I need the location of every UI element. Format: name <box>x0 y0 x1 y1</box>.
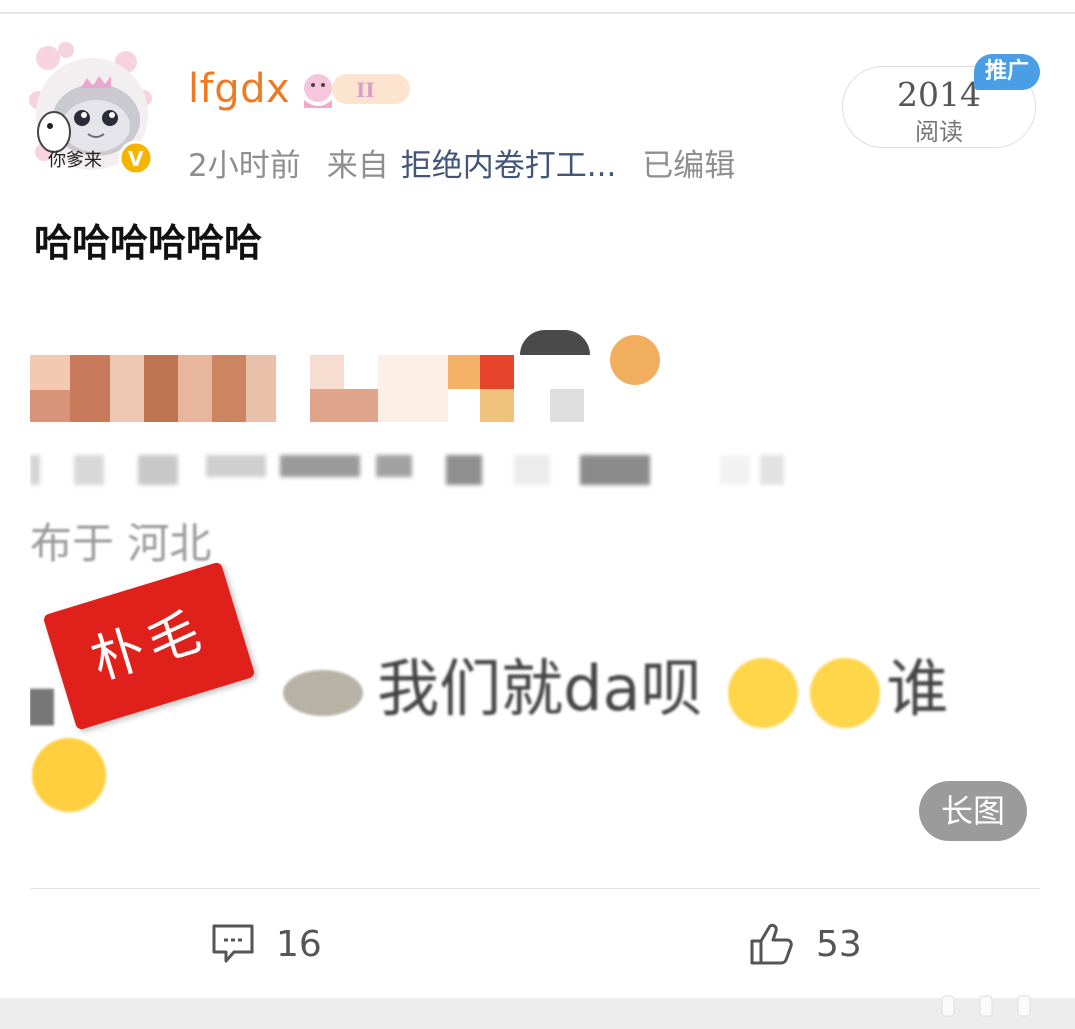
username[interactable]: lfgdx <box>188 66 290 112</box>
comment-button[interactable]: 16 <box>210 920 322 968</box>
pixel-block <box>550 389 584 422</box>
post-time: 2小时前 <box>188 148 301 184</box>
pixel-block <box>480 355 514 389</box>
emoji-glasses-icon <box>728 657 799 728</box>
pixel-block <box>30 390 70 422</box>
comment-count: 16 <box>276 923 322 965</box>
blurred-text-row <box>30 450 790 490</box>
svg-text:V: V <box>128 147 144 171</box>
emoji-smile-icon <box>32 738 106 812</box>
pixel-block <box>110 355 144 422</box>
post-text: 哈哈哈哈哈哈 <box>34 221 263 265</box>
pixel-block <box>30 355 70 390</box>
like-count: 53 <box>816 923 862 965</box>
pixel-block <box>212 355 246 422</box>
top-divider <box>0 12 1075 14</box>
edited-label[interactable]: 已编辑 <box>642 148 735 184</box>
pixel-block <box>610 335 660 385</box>
pixel-block <box>448 355 480 389</box>
pixel-block <box>178 355 212 422</box>
svg-text:II: II <box>356 78 375 102</box>
like-button[interactable]: 53 <box>748 920 862 968</box>
like-thumb-icon <box>750 923 793 965</box>
image-caption-text: 我们就da呗 <box>377 652 703 725</box>
long-image-badge[interactable]: 长图 <box>919 781 1027 841</box>
image-location-text: 布于 河北 <box>30 519 212 568</box>
pixel-block <box>378 355 448 422</box>
comment-icon <box>212 924 254 963</box>
image-caption-tail: 谁 <box>886 652 949 725</box>
pixel-block <box>144 355 178 422</box>
member-badge-icon: II <box>298 66 412 112</box>
pixel-block <box>310 389 378 422</box>
source-link[interactable]: 拒绝内卷打工... <box>401 148 617 184</box>
pixel-block <box>520 330 590 355</box>
pixel-block <box>480 389 514 422</box>
pixel-block <box>310 355 344 389</box>
read-label: 阅读 <box>915 118 963 146</box>
post-meta: 2小时前 来自 拒绝内卷打工... 已编辑 <box>188 140 761 185</box>
next-post-edge <box>0 998 1075 1029</box>
post-image[interactable]: 布于 河北 ▖ 我们就da呗 谁 朴毛 长图 <box>30 300 1040 860</box>
source-prefix: 来自 <box>326 148 389 184</box>
pixel-block <box>246 355 276 422</box>
user-avatar[interactable]: 你爹来 V <box>26 40 156 178</box>
pixel-block <box>70 355 110 422</box>
svg-text:你爹来: 你爹来 <box>48 150 102 171</box>
action-divider <box>30 888 1040 889</box>
emoji-glasses-icon <box>810 657 881 728</box>
promo-badge: 推广 <box>974 54 1040 90</box>
scroll-indicator-icon <box>941 995 1031 1017</box>
